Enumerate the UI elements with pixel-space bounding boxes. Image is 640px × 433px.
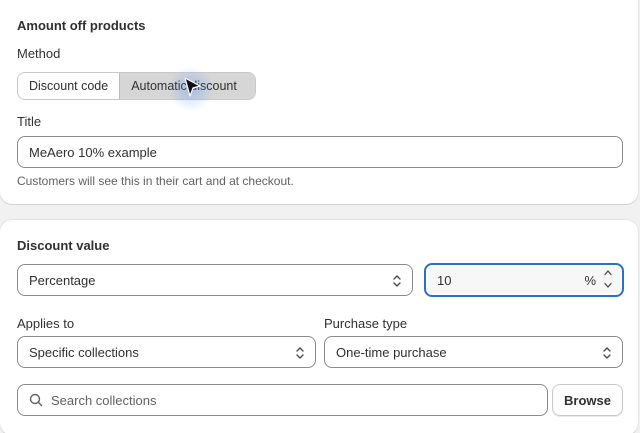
search-collections-input[interactable]: Search collections xyxy=(17,384,548,416)
title-label: Title xyxy=(17,114,42,129)
browse-button[interactable]: Browse xyxy=(552,384,623,416)
stepper-up-icon[interactable] xyxy=(600,267,616,278)
chevron-up-down-icon xyxy=(296,347,304,359)
value-stepper[interactable] xyxy=(600,267,616,291)
discount-value-input[interactable]: 10 % xyxy=(424,263,624,297)
purchase-type-label: Purchase type xyxy=(324,316,408,331)
applies-to-selected: Specific collections xyxy=(29,344,139,360)
discount-value: 10 xyxy=(437,272,452,288)
discount-value-card: Discount value Percentage 10 % Applies t… xyxy=(0,220,638,433)
mouse-cursor-icon xyxy=(184,77,201,97)
method-toggle: Discount code Automatic discount xyxy=(17,72,257,100)
value-type-select[interactable]: Percentage xyxy=(17,264,413,296)
value-type-selected: Percentage xyxy=(29,272,96,288)
applies-to-select[interactable]: Specific collections xyxy=(17,336,316,368)
title-input-value: MeAero 10% example xyxy=(29,144,157,160)
title-input[interactable]: MeAero 10% example xyxy=(17,136,623,168)
applies-to-label: Applies to xyxy=(17,316,75,331)
card-heading: Amount off products xyxy=(17,18,146,33)
purchase-type-select[interactable]: One-time purchase xyxy=(324,336,623,368)
stepper-down-icon[interactable] xyxy=(600,280,616,291)
chevron-up-down-icon xyxy=(393,275,401,287)
chevron-up-down-icon xyxy=(603,347,611,359)
percent-suffix: % xyxy=(584,272,596,288)
method-label: Method xyxy=(17,46,61,61)
title-help-text: Customers will see this in their cart an… xyxy=(17,174,294,188)
search-placeholder: Search collections xyxy=(51,392,157,408)
method-card: Amount off products Method Discount code… xyxy=(0,0,638,204)
card-heading: Discount value xyxy=(17,238,110,253)
purchase-type-selected: One-time purchase xyxy=(336,344,447,360)
search-icon xyxy=(29,393,43,407)
discount-code-option[interactable]: Discount code xyxy=(18,73,119,99)
